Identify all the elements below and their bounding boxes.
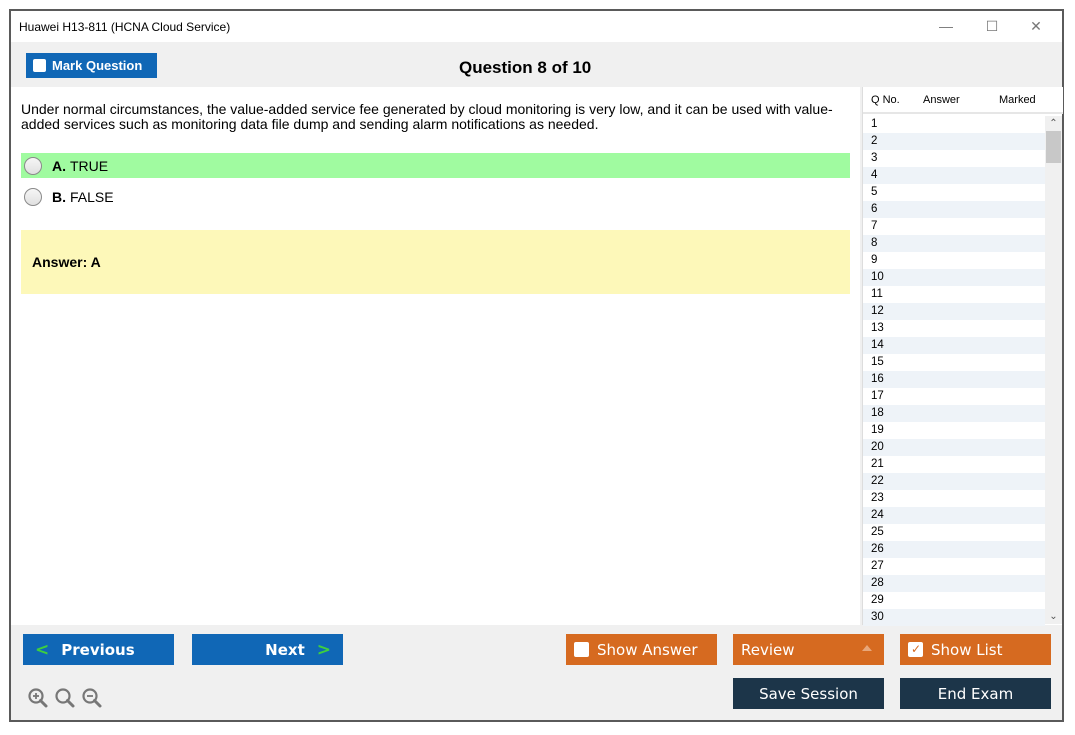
scroll-down-icon[interactable]: ⌄ (1045, 609, 1062, 624)
question-list-row[interactable]: 15 (863, 354, 1045, 371)
option-a-text: TRUE (70, 157, 109, 174)
next-label: Next (265, 640, 305, 659)
question-text: Under normal circumstances, the value-ad… (21, 101, 833, 132)
chevron-right-icon: > (316, 639, 331, 660)
question-list-row[interactable]: 11 (863, 286, 1045, 303)
save-session-button[interactable]: Save Session (733, 678, 884, 709)
window-title: Huawei H13-811 (HCNA Cloud Service) (19, 20, 231, 34)
option-a-radio[interactable] (24, 156, 42, 175)
question-list-row[interactable]: 1 (863, 116, 1045, 133)
question-list-row[interactable]: 24 (863, 507, 1045, 524)
question-list-row[interactable]: 27 (863, 558, 1045, 575)
minimize-button[interactable]: — (926, 15, 966, 37)
question-list-row[interactable]: 2 (863, 133, 1045, 150)
option-b[interactable]: B. FALSE (21, 184, 850, 209)
question-list-scrollbar[interactable]: ⌃ ⌄ (1045, 116, 1062, 624)
question-list-header: Q No. Answer Marked (863, 87, 1063, 114)
header-answer[interactable]: Answer (923, 94, 960, 106)
question-list: Q No. Answer Marked 1 2 3 4 5 6 7 8 9 10 11 12 13 14 1… (862, 87, 1063, 626)
option-b-letter: B. (52, 188, 66, 205)
question-list-row[interactable]: 4 (863, 167, 1045, 184)
previous-button[interactable]: < Previous (23, 634, 174, 665)
option-a[interactable]: A. TRUE (21, 153, 850, 178)
question-list-row[interactable]: 25 (863, 524, 1045, 541)
question-list-row[interactable]: 14 (863, 337, 1045, 354)
option-b-text: FALSE (70, 188, 114, 205)
question-list-row[interactable]: 28 (863, 575, 1045, 592)
question-list-row[interactable]: 18 (863, 405, 1045, 422)
scroll-up-icon[interactable]: ⌃ (1045, 116, 1062, 131)
question-list-row[interactable]: 26 (863, 541, 1045, 558)
question-list-row[interactable]: 6 (863, 201, 1045, 218)
checkmark-icon: ✓ (911, 642, 922, 656)
question-list-row[interactable]: 30 (863, 609, 1045, 626)
show-list-button[interactable]: ✓ Show List (900, 634, 1051, 665)
next-button[interactable]: Next > (192, 634, 343, 665)
question-counter: Question 8 of 10 (459, 58, 592, 77)
show-answer-button[interactable]: Show Answer (566, 634, 717, 665)
question-list-row[interactable]: 19 (863, 422, 1045, 439)
title-bar: Huawei H13-811 (HCNA Cloud Service) — ☐ … (11, 11, 1062, 42)
question-panel: Under normal circumstances, the value-ad… (11, 87, 860, 625)
zoom-in-icon[interactable] (27, 687, 49, 709)
show-list-label: Show List (931, 640, 1003, 659)
question-list-rows: 1 2 3 4 5 6 7 8 9 10 11 12 13 14 15 16 17 18 19 20 21 22 23 24 2… (863, 116, 1045, 626)
zoom-reset-icon[interactable] (54, 687, 76, 709)
review-dropdown[interactable]: Review (733, 634, 884, 665)
question-list-row[interactable]: 3 (863, 150, 1045, 167)
option-b-radio[interactable] (24, 187, 42, 206)
end-exam-button[interactable]: End Exam (900, 678, 1051, 709)
question-list-row[interactable]: 13 (863, 320, 1045, 337)
app-window: Huawei H13-811 (HCNA Cloud Service) — ☐ … (9, 9, 1064, 722)
header-marked[interactable]: Marked (999, 94, 1036, 106)
show-list-checkbox[interactable]: ✓ (908, 642, 923, 657)
question-list-row[interactable]: 17 (863, 388, 1045, 405)
question-list-row[interactable]: 9 (863, 252, 1045, 269)
mark-question-button[interactable]: Mark Question (26, 53, 157, 78)
answer-box: Answer: A (21, 230, 850, 294)
header-qno[interactable]: Q No. (871, 94, 900, 106)
caret-up-icon (862, 645, 872, 651)
question-list-row[interactable]: 21 (863, 456, 1045, 473)
zoom-out-icon[interactable] (81, 687, 103, 709)
previous-label: Previous (61, 640, 135, 659)
show-answer-label: Show Answer (597, 640, 698, 659)
question-list-row[interactable]: 8 (863, 235, 1045, 252)
question-list-row[interactable]: 20 (863, 439, 1045, 456)
mark-question-label: Mark Question (52, 58, 143, 73)
maximize-button[interactable]: ☐ (972, 15, 1012, 37)
scrollbar-thumb[interactable] (1046, 131, 1061, 163)
question-list-row[interactable]: 22 (863, 473, 1045, 490)
show-answer-checkbox[interactable] (574, 642, 589, 657)
question-list-row[interactable]: 5 (863, 184, 1045, 201)
question-list-row[interactable]: 10 (863, 269, 1045, 286)
question-list-row[interactable]: 7 (863, 218, 1045, 235)
question-list-row[interactable]: 16 (863, 371, 1045, 388)
zoom-controls (27, 687, 103, 709)
option-a-letter: A. (52, 157, 66, 174)
mark-question-checkbox[interactable] (33, 59, 46, 72)
question-list-row[interactable]: 23 (863, 490, 1045, 507)
close-button[interactable]: ✕ (1016, 15, 1056, 37)
review-label: Review (741, 640, 795, 659)
question-list-row[interactable]: 12 (863, 303, 1045, 320)
question-toolbar: Mark Question Question 8 of 10 (11, 42, 1062, 87)
question-list-row[interactable]: 29 (863, 592, 1045, 609)
chevron-left-icon: < (35, 639, 50, 660)
